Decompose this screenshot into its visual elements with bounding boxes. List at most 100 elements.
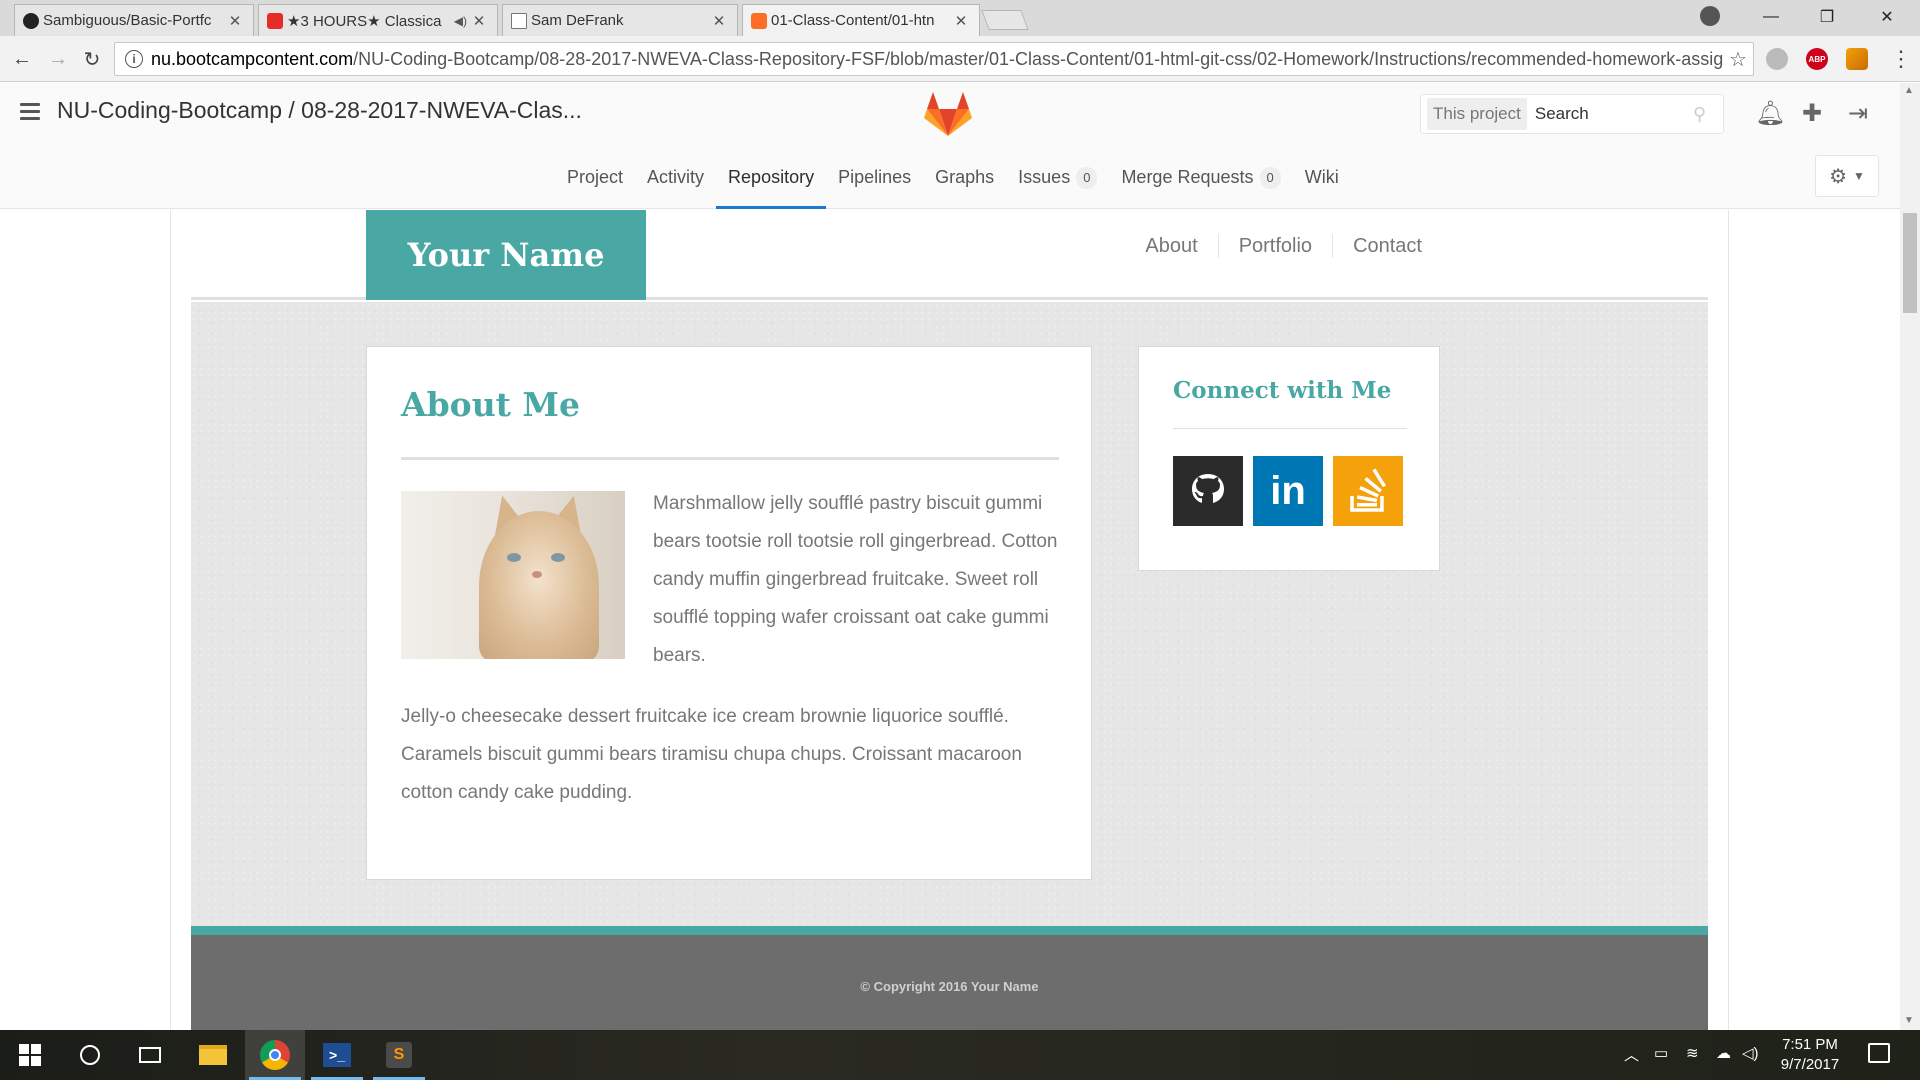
reload-icon[interactable]: ↻	[78, 45, 106, 73]
chrome-taskbar-button[interactable]	[245, 1030, 305, 1080]
minimize-button[interactable]: —	[1744, 0, 1798, 34]
task-view-button[interactable]	[120, 1030, 180, 1080]
close-window-button[interactable]: ✕	[1860, 0, 1914, 34]
info-icon[interactable]: i	[125, 50, 143, 68]
about-card: About Me Marshmallow jelly soufflé pastr…	[366, 346, 1092, 880]
hamburger-menu-icon[interactable]	[20, 103, 40, 124]
file-preview-area: Your Name About Portfolio Contact About …	[0, 210, 1900, 1030]
merge-requests-count-badge: 0	[1259, 167, 1281, 189]
scroll-up-icon[interactable]: ▲	[1904, 85, 1914, 96]
tab-activity[interactable]: Activity	[635, 155, 716, 209]
browser-tab[interactable]: Sambiguous/Basic-Portfc ✕	[14, 4, 254, 36]
nav-portfolio-link[interactable]: Portfolio	[1217, 234, 1332, 258]
tab-label: Project	[567, 167, 624, 187]
powershell-taskbar-button[interactable]: >_	[307, 1030, 367, 1080]
tab-label: Issues	[1018, 167, 1071, 187]
project-breadcrumb[interactable]: NU-Coding-Bootcamp / 08-28-2017-NWEVA-Cl…	[57, 97, 582, 124]
project-search[interactable]: This project Search ⚲	[1420, 94, 1724, 134]
new-tab-button[interactable]	[981, 10, 1029, 30]
restore-button[interactable]: ❐	[1800, 0, 1854, 34]
close-icon[interactable]: ✕	[227, 12, 243, 30]
linkedin-link[interactable]: in	[1253, 456, 1323, 526]
scroll-down-icon[interactable]: ▼	[1904, 1015, 1914, 1026]
browser-tabstrip: Sambiguous/Basic-Portfc ✕ ★3 HOURS★ Clas…	[0, 0, 1920, 36]
youtube-icon	[267, 13, 283, 29]
task-view-icon	[139, 1047, 161, 1063]
about-paragraph: Jelly-o cheesecake dessert fruitcake ice…	[401, 706, 1022, 803]
plus-icon[interactable]: ✚	[1802, 99, 1822, 128]
bell-icon[interactable]: 🔔︎	[1755, 99, 1785, 128]
profile-icon[interactable]	[1700, 6, 1720, 26]
powershell-icon: >_	[323, 1043, 351, 1067]
stackoverflow-link[interactable]	[1333, 456, 1403, 526]
forward-icon[interactable]: →	[44, 45, 72, 73]
tab-project[interactable]: Project	[555, 155, 635, 209]
github-icon	[1192, 474, 1224, 503]
onedrive-icon[interactable]: ☁	[1716, 1044, 1731, 1062]
sign-out-icon[interactable]: ⇥	[1848, 99, 1868, 128]
tab-label: Pipelines	[838, 167, 912, 187]
tab-graphs[interactable]: Graphs	[923, 155, 1006, 209]
browser-tab-active[interactable]: 01-Class-Content/01-htn ✕	[742, 4, 980, 36]
clock-date: 9/7/2017	[1780, 1056, 1840, 1073]
search-scope-label: This project	[1427, 98, 1527, 130]
tab-repository[interactable]: Repository	[716, 155, 827, 209]
github-link[interactable]	[1173, 456, 1243, 526]
site-nav: About Portfolio Contact	[1125, 234, 1442, 258]
taskbar-clock[interactable]: 7:51 PM 9/7/2017	[1750, 1035, 1870, 1075]
cat-photo	[401, 491, 625, 659]
speaker-icon[interactable]: ◀)	[454, 14, 467, 28]
browser-tab[interactable]: ★3 HOURS★ Classica ◀) ✕	[258, 4, 498, 36]
extension-icon[interactable]	[1846, 48, 1868, 70]
tab-issues[interactable]: Issues 0	[1006, 155, 1109, 209]
frame-divider	[170, 210, 171, 1030]
bookmark-star-icon[interactable]: ☆	[1723, 47, 1753, 72]
battery-icon[interactable]: ▭	[1654, 1044, 1668, 1062]
page-scrollbar[interactable]: ▲ ▼	[1900, 83, 1920, 1030]
nav-contact-link[interactable]: Contact	[1332, 234, 1442, 258]
close-icon[interactable]: ✕	[711, 12, 727, 30]
tab-label: Graphs	[935, 167, 995, 187]
chrome-menu-icon[interactable]: ⋮	[1890, 46, 1912, 72]
tab-wiki[interactable]: Wiki	[1293, 155, 1351, 209]
address-bar[interactable]: i nu.bootcampcontent.com/NU-Coding-Bootc…	[114, 42, 1754, 76]
gitlab-logo-icon[interactable]	[923, 91, 973, 137]
project-nav: Project Activity Repository Pipelines Gr…	[0, 155, 1920, 209]
chrome-icon	[260, 1040, 290, 1070]
tab-label: Activity	[647, 167, 705, 187]
scrollbar-thumb[interactable]	[1903, 213, 1917, 313]
file-explorer-button[interactable]	[183, 1030, 243, 1080]
start-button[interactable]	[0, 1030, 60, 1080]
tab-pipelines[interactable]: Pipelines	[826, 155, 923, 209]
close-icon[interactable]: ✕	[471, 12, 487, 30]
url-text[interactable]: nu.bootcampcontent.com/NU-Coding-Bootcam…	[151, 49, 1723, 70]
gear-icon: ⚙	[1829, 165, 1848, 188]
sublime-taskbar-button[interactable]: S	[369, 1030, 429, 1080]
document-icon	[511, 13, 527, 29]
tab-merge-requests[interactable]: Merge Requests 0	[1109, 155, 1292, 209]
close-icon[interactable]: ✕	[953, 12, 969, 30]
settings-dropdown-button[interactable]: ⚙ ▼	[1815, 155, 1879, 197]
chevron-up-icon[interactable]: ︿	[1624, 1044, 1639, 1065]
url-host: nu.bootcampcontent.com	[151, 48, 354, 69]
adblock-plus-icon[interactable]: ABP	[1806, 48, 1828, 70]
cortana-button[interactable]	[60, 1030, 120, 1080]
site-brand[interactable]: Your Name	[366, 210, 646, 300]
divider	[401, 457, 1059, 460]
sublime-text-icon: S	[386, 1042, 412, 1068]
caret-down-icon: ▼	[1853, 169, 1865, 183]
site-main: About Me Marshmallow jelly soufflé pastr…	[191, 302, 1708, 926]
wifi-icon[interactable]: ≋	[1686, 1044, 1699, 1062]
action-center-icon[interactable]	[1868, 1043, 1890, 1063]
search-input[interactable]: Search	[1535, 104, 1693, 124]
back-icon[interactable]: ←	[8, 45, 36, 73]
frame-divider	[1728, 210, 1729, 1030]
tab-label: Wiki	[1304, 167, 1339, 187]
nav-about-link[interactable]: About	[1125, 234, 1217, 258]
stackoverflow-icon	[1350, 468, 1386, 512]
copyright-text: © Copyright 2016 Your Name	[860, 979, 1039, 994]
tab-title: Sam DeFrank	[531, 12, 624, 29]
browser-tab[interactable]: Sam DeFrank ✕	[502, 4, 738, 36]
cloud-extension-icon[interactable]	[1766, 48, 1788, 70]
tab-title: 01-Class-Content/01-htn	[771, 12, 935, 29]
